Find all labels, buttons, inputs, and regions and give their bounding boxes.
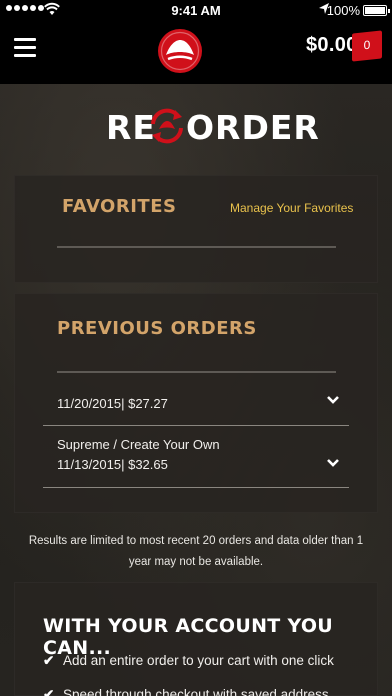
benefit-text: Speed through checkout with saved addres… (63, 687, 329, 696)
favorites-panel: FAVORITES Manage Your Favorites (14, 175, 378, 283)
checkmark-icon: ✔ (43, 653, 55, 668)
order-name: Supreme / Create Your Own (57, 437, 220, 452)
page-title-part2: ORDER (186, 108, 320, 147)
favorites-divider (57, 246, 336, 248)
account-benefits-panel: WITH YOUR ACCOUNT YOU CAN... ✔ Add an ent… (14, 582, 378, 696)
manage-favorites-link[interactable]: Manage Your Favorites (230, 201, 353, 215)
results-limit-notice: Results are limited to most recent 20 or… (28, 535, 364, 568)
status-bar: 9:41 AM 100% (0, 0, 392, 20)
benefit-text: Add an entire order to your cart with on… (63, 653, 334, 668)
hamburger-menu-icon[interactable] (14, 38, 36, 58)
order-date-price: 11/13/2015| $32.65 (57, 457, 168, 472)
reorder-arrows-icon (151, 108, 183, 144)
battery-percentage: 100% (326, 3, 360, 18)
order-date-price: 11/20/2015| $27.27 (57, 396, 168, 411)
previous-orders-divider (57, 371, 336, 373)
chevron-down-icon[interactable] (327, 395, 339, 405)
previous-orders-title: PREVIOUS ORDERS (57, 318, 257, 339)
benefit-item: ✔ Add an entire order to your cart with o… (43, 653, 334, 669)
favorites-title: FAVORITES (62, 196, 177, 217)
battery-icon (363, 5, 390, 16)
cart-count-badge[interactable]: 0 (352, 30, 382, 62)
chevron-down-icon[interactable] (327, 458, 339, 468)
benefit-item: ✔ Speed through checkout with saved addre… (43, 687, 329, 696)
order-row[interactable]: Supreme / Create Your Own 11/13/2015| $3… (43, 434, 349, 488)
page-title: RE ORDER (0, 104, 392, 148)
checkmark-icon: ✔ (43, 687, 55, 696)
pizza-hut-logo[interactable] (157, 28, 203, 74)
app-header: $0.00 0 (0, 20, 392, 84)
cart-total[interactable]: $0.00 (306, 34, 358, 57)
order-row[interactable]: 11/20/2015| $27.27 (43, 392, 349, 426)
